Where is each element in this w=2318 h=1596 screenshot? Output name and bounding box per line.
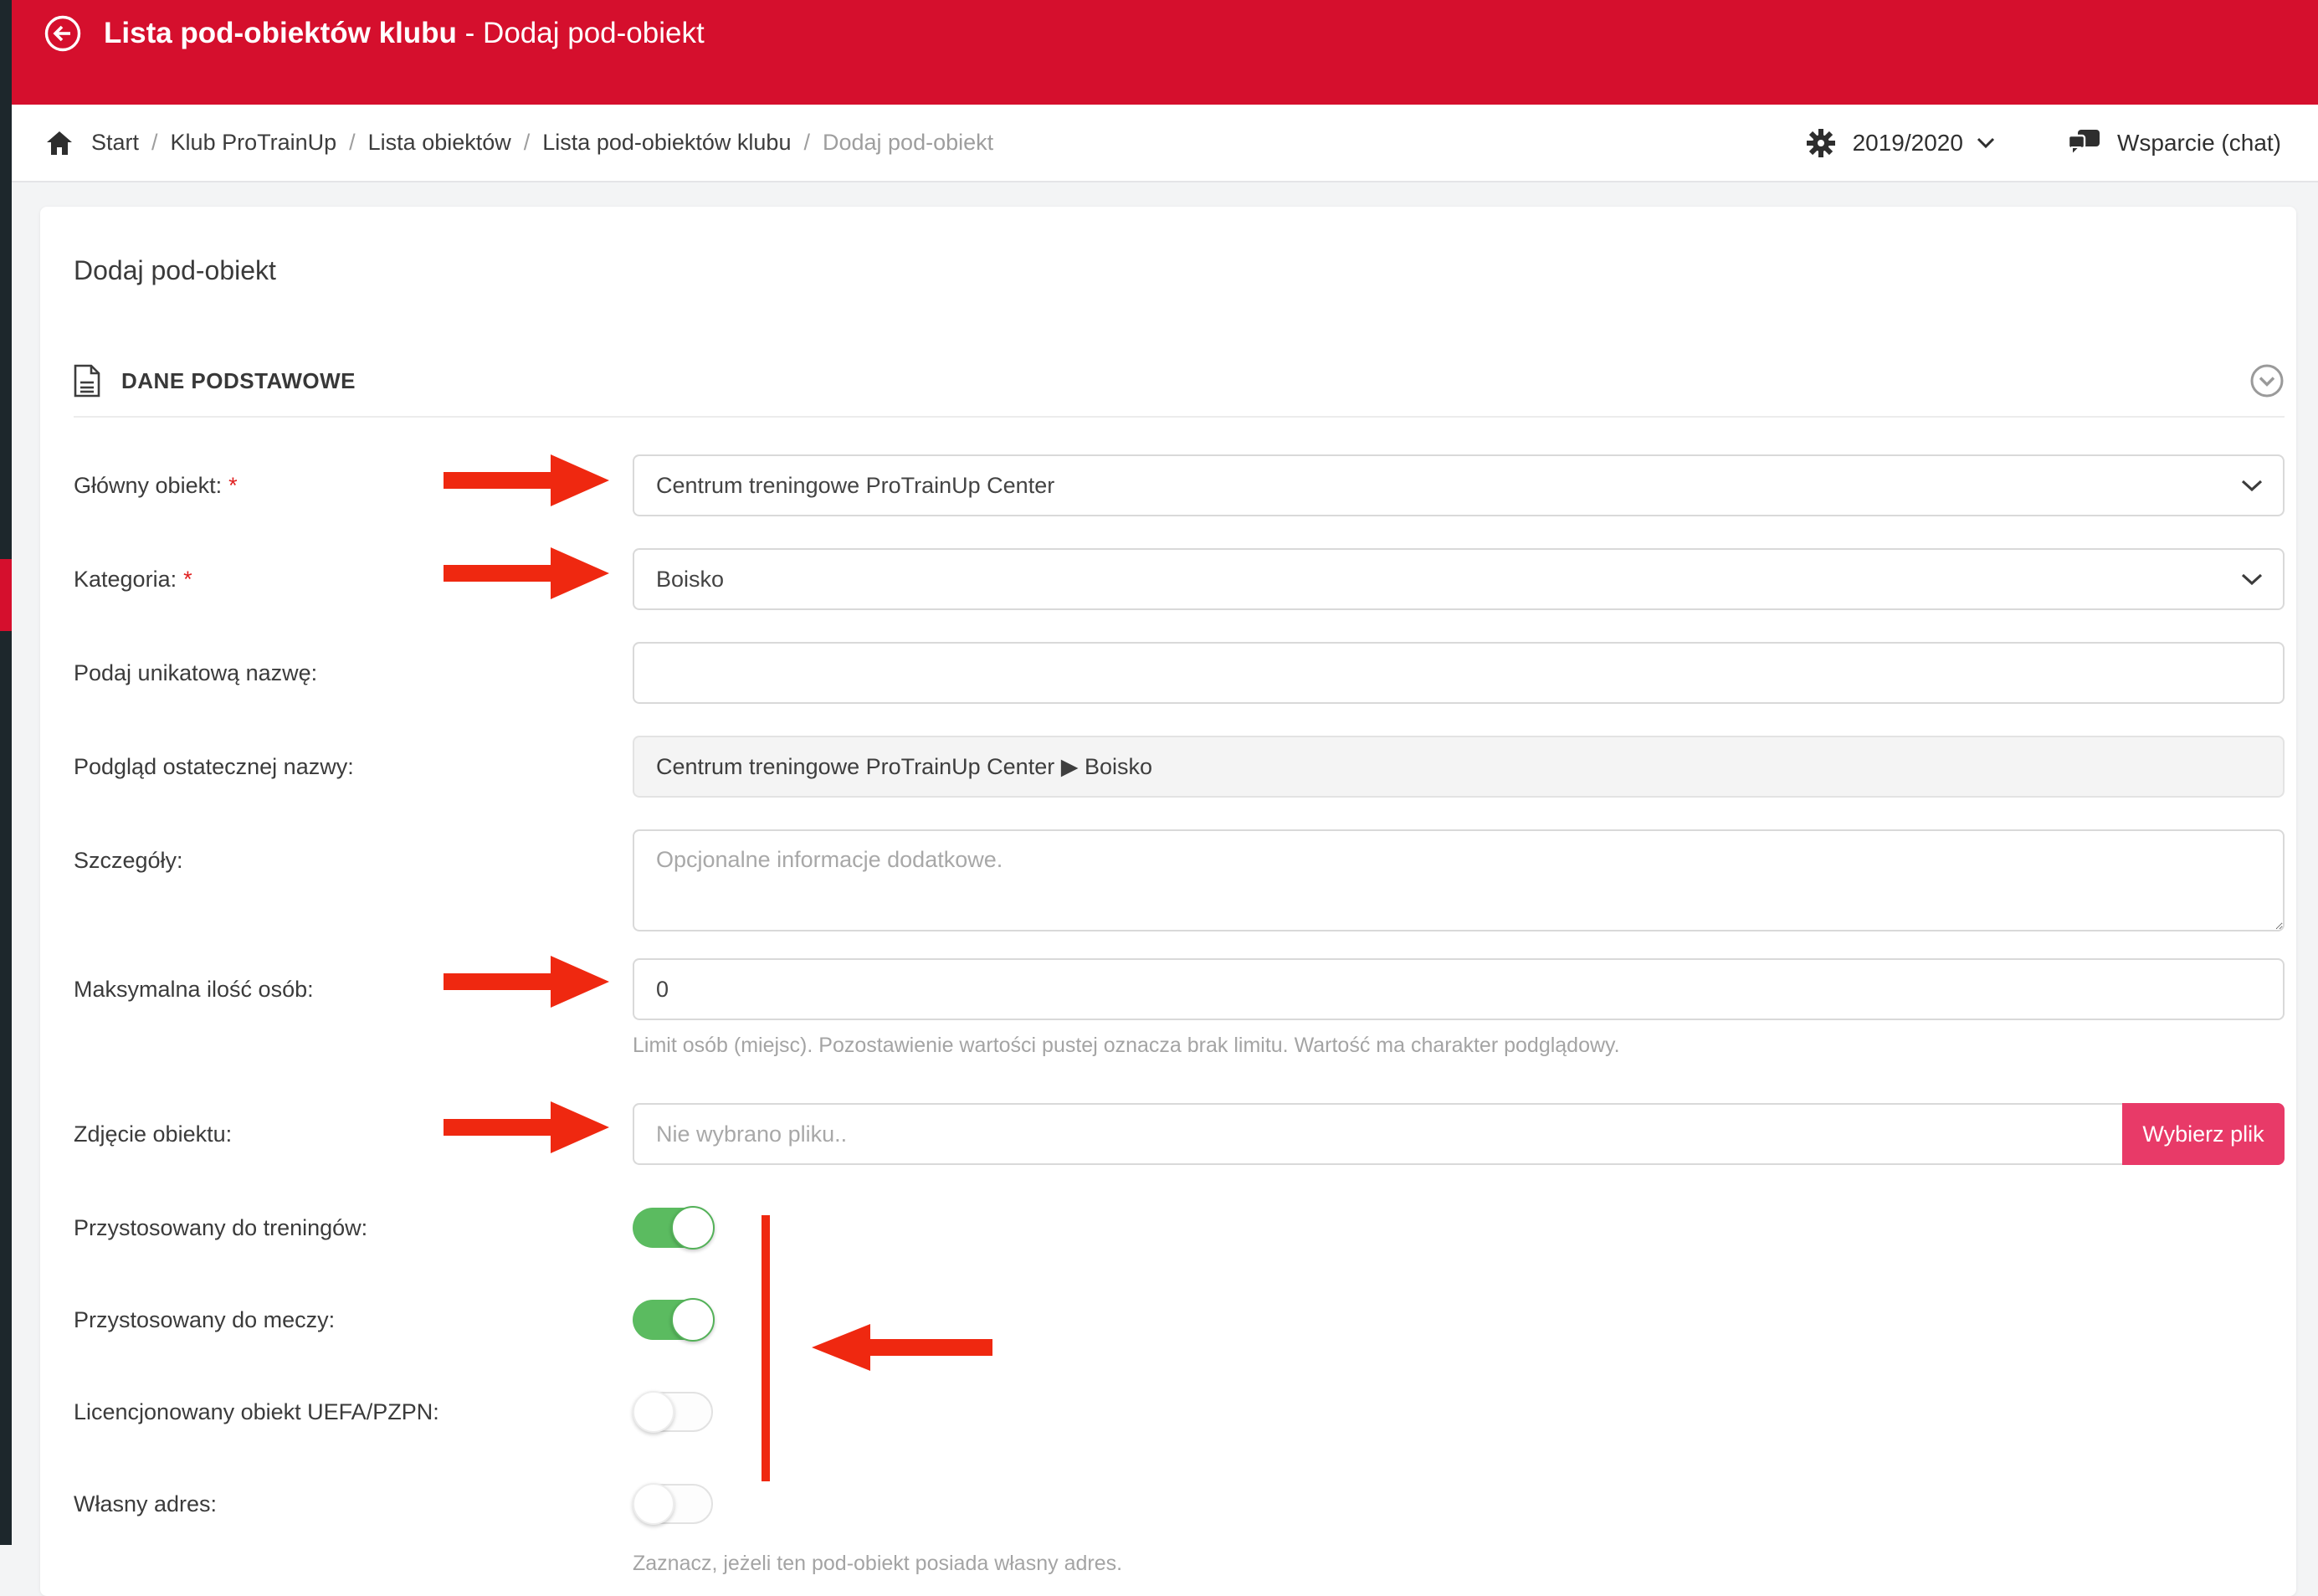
support-chat-link[interactable]: Wsparcie (chat) (2069, 130, 2281, 157)
required-mark: * (228, 473, 238, 498)
chevron-down-icon (2241, 573, 2263, 586)
breadcrumb-item-klub[interactable]: Klub ProTrainUp (171, 130, 337, 156)
gear-icon (1806, 128, 1836, 158)
max-osob-input[interactable] (633, 958, 2285, 1020)
document-icon (74, 364, 100, 398)
podglad-nazwy-field: Centrum treningowe ProTrainUp Center ▶ B… (633, 736, 2285, 798)
field-label: Przystosowany do meczy: (74, 1289, 633, 1351)
treningi-toggle[interactable] (633, 1208, 713, 1248)
chevron-down-icon (2241, 480, 2263, 492)
row-szczegoly: Szczegóły: (74, 829, 2285, 931)
add-subobject-card: Dodaj pod-obiekt DANE PODSTAWOWE Główny … (40, 207, 2296, 1596)
sidebar-active-item-marker (0, 559, 12, 631)
row-wlasny-adres: Własny adres: Zaznacz, jeżeli ten pod-ob… (74, 1473, 2285, 1576)
row-przystosowany-mecze: Przystosowany do meczy: (74, 1289, 2285, 1351)
home-icon[interactable] (46, 131, 73, 156)
kategoria-select[interactable]: Boisko (633, 548, 2285, 610)
row-przystosowany-treningi: Przystosowany do treningów: (74, 1197, 2285, 1259)
wlasny-adres-toggle[interactable] (633, 1484, 713, 1524)
field-label: Własny adres: (74, 1473, 633, 1535)
unikatowa-nazwa-input[interactable] (633, 642, 2285, 704)
row-glowny-obiekt: Główny obiekt:* Centrum treningowe ProTr… (74, 454, 2285, 516)
field-label: Podgląd ostatecznej nazwy: (74, 736, 633, 798)
file-name-field[interactable]: Nie wybrano pliku.. (633, 1103, 2122, 1165)
field-label: Podaj unikatową nazwę: (74, 642, 633, 704)
field-label: Główny obiekt:* (74, 454, 633, 516)
section-title: DANE PODSTAWOWE (121, 368, 356, 394)
chat-icon (2069, 130, 2100, 157)
szczegoly-textarea[interactable] (633, 829, 2285, 931)
required-mark: * (183, 567, 192, 592)
app-header: Lista pod-obiektów klubu - Dodaj pod-obi… (12, 0, 2318, 105)
row-podglad: Podgląd ostatecznej nazwy: Centrum treni… (74, 736, 2285, 798)
support-label: Wsparcie (chat) (2117, 130, 2281, 157)
field-label: Maksymalna ilość osób: (74, 958, 633, 1020)
card-title: Dodaj pod-obiekt (74, 255, 2285, 286)
field-label: Kategoria:* (74, 548, 633, 610)
row-licencjonowany-uefa: Licencjonowany obiekt UEFA/PZPN: (74, 1381, 2285, 1443)
section-dane-podstawowe: DANE PODSTAWOWE (74, 363, 2285, 418)
breadcrumb-separator: / (349, 130, 356, 156)
field-label: Szczegóły: (74, 829, 633, 891)
breadcrumb: Start / Klub ProTrainUp / Lista obiektów… (12, 105, 2318, 182)
row-maksymalna-ilosc: Maksymalna ilość osób: Limit osób (miejs… (74, 958, 2285, 1058)
collapse-section-icon[interactable] (2249, 363, 2285, 398)
breadcrumb-separator: / (803, 130, 810, 156)
breadcrumb-current: Dodaj pod-obiekt (823, 130, 993, 156)
mecze-toggle[interactable] (633, 1300, 713, 1340)
uefa-toggle[interactable] (633, 1392, 713, 1432)
back-icon[interactable] (44, 14, 82, 53)
glowny-obiekt-select[interactable]: Centrum treningowe ProTrainUp Center (633, 454, 2285, 516)
subobject-form: Główny obiekt:* Centrum treningowe ProTr… (74, 454, 2285, 1576)
breadcrumb-separator: / (524, 130, 531, 156)
row-zdjecie: Zdjęcie obiektu: Nie wybrano pliku.. Wyb… (74, 1103, 2285, 1165)
topbar-right: 2019/2020 Wsparcie (chat) (1806, 128, 2281, 158)
season-selector[interactable]: 2019/2020 (1806, 128, 1995, 158)
toggle-knob (633, 1483, 674, 1525)
file-upload-group: Nie wybrano pliku.. Wybierz plik (633, 1103, 2285, 1165)
page-title: Lista pod-obiektów klubu - Dodaj pod-obi… (104, 14, 705, 53)
wybierz-plik-button[interactable]: Wybierz plik (2122, 1103, 2285, 1165)
season-label: 2019/2020 (1853, 130, 1963, 157)
row-kategoria: Kategoria:* Boisko (74, 548, 2285, 610)
collapsed-sidebar (0, 0, 12, 1545)
breadcrumb-separator: / (151, 130, 158, 156)
breadcrumb-item-lista-pod-obiektow[interactable]: Lista pod-obiektów klubu (542, 130, 791, 156)
toggle-knob (633, 1391, 674, 1433)
row-nazwa: Podaj unikatową nazwę: (74, 642, 2285, 704)
max-osob-helper-text: Limit osób (miejsc). Pozostawienie warto… (633, 1034, 2285, 1058)
field-label: Licencjonowany obiekt UEFA/PZPN: (74, 1381, 633, 1443)
field-label: Przystosowany do treningów: (74, 1197, 633, 1259)
chevron-down-icon (1977, 137, 1995, 149)
breadcrumb-item-lista-obiektow[interactable]: Lista obiektów (368, 130, 511, 156)
field-label: Zdjęcie obiektu: (74, 1103, 633, 1165)
breadcrumb-item-start[interactable]: Start (91, 130, 139, 156)
toggle-knob (671, 1206, 715, 1250)
wlasny-adres-helper-text: Zaznacz, jeżeli ten pod-obiekt posiada w… (633, 1552, 2285, 1576)
toggle-knob (671, 1298, 715, 1342)
